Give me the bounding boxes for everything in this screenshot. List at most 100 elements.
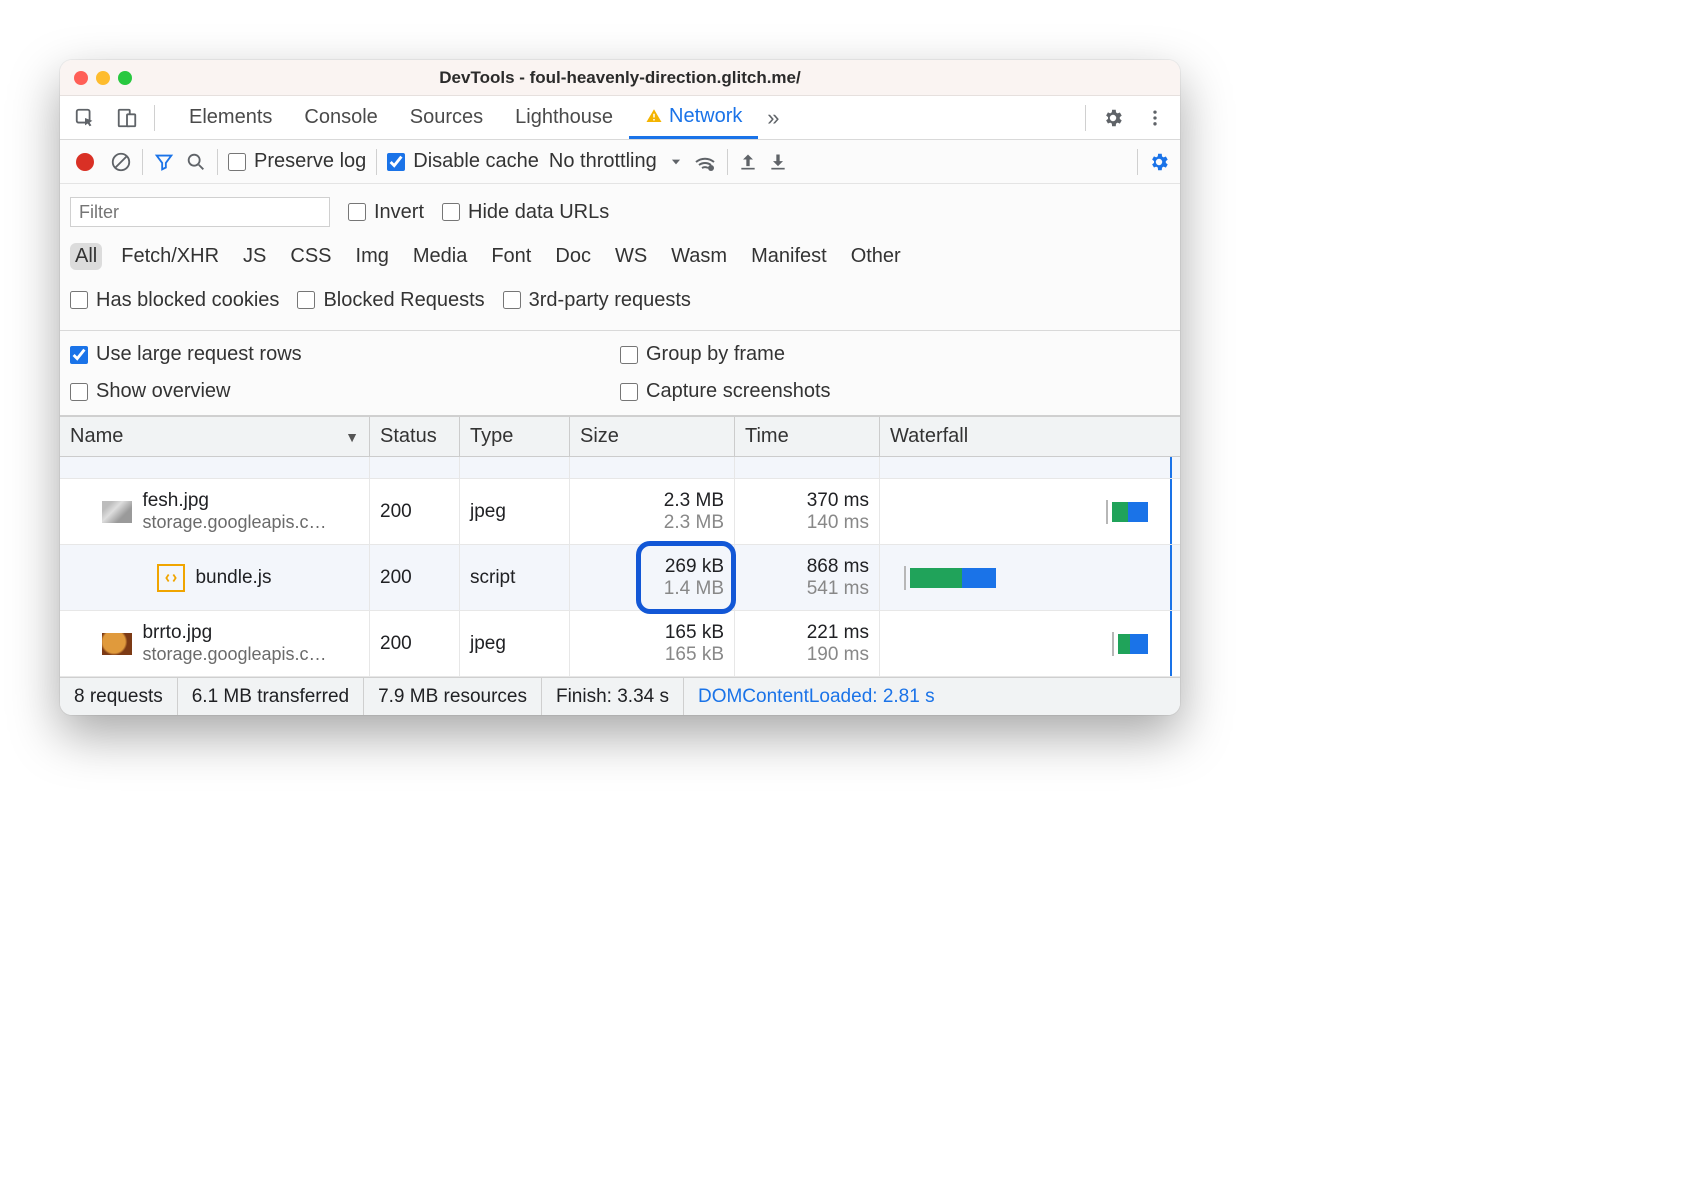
checkbox-label: Use large request rows: [96, 343, 302, 366]
col-status[interactable]: Status: [370, 417, 460, 456]
tab-elements[interactable]: Elements: [173, 96, 288, 139]
filter-type-img[interactable]: Img: [351, 243, 394, 270]
request-domain: storage.googleapis.c…: [142, 644, 326, 665]
filter-type-fetchxhr[interactable]: Fetch/XHR: [116, 243, 224, 270]
image-thumbnail-icon: [102, 501, 132, 523]
table-row[interactable]: fesh.jpgstorage.googleapis.c…200jpeg2.3 …: [60, 479, 1180, 545]
checkbox-label: Invert: [374, 201, 424, 224]
col-waterfall[interactable]: Waterfall: [880, 417, 1180, 456]
cell-time: 868 ms541 ms: [735, 545, 880, 610]
tab-sources[interactable]: Sources: [394, 96, 499, 139]
filter-type-other[interactable]: Other: [846, 243, 906, 270]
network-settings-gear-icon[interactable]: [1148, 151, 1170, 173]
group-by-frame-checkbox[interactable]: Group by frame: [620, 343, 1170, 366]
filter-panel: Invert Hide data URLs All Fetch/XHR JS CSS I…: [60, 184, 1180, 331]
table-row[interactable]: brrto.jpgstorage.googleapis.c… 200jpeg165…: [60, 611, 1180, 677]
clear-icon[interactable]: [110, 151, 132, 173]
checkbox-label: Hide data URLs: [468, 201, 609, 224]
cell-time: 370 ms140 ms: [735, 479, 880, 544]
divider: [142, 149, 143, 175]
checkbox-label: 3rd-party requests: [529, 289, 691, 312]
status-requests: 8 requests: [60, 678, 178, 715]
has-blocked-cookies-checkbox[interactable]: Has blocked cookies: [70, 289, 279, 312]
request-name: brrto.jpg: [142, 622, 326, 644]
filter-type-manifest[interactable]: Manifest: [746, 243, 832, 270]
minimize-window-button[interactable]: [96, 71, 110, 85]
divider: [217, 149, 218, 175]
filter-type-wasm[interactable]: Wasm: [666, 243, 732, 270]
filter-type-all[interactable]: All: [70, 243, 102, 270]
device-toolbar-icon[interactable]: [112, 103, 142, 133]
throttling-select[interactable]: No throttling: [549, 150, 683, 173]
filter-type-doc[interactable]: Doc: [550, 243, 596, 270]
titlebar: DevTools - foul-heavenly-direction.glitc…: [60, 60, 1180, 96]
use-large-rows-checkbox[interactable]: Use large request rows: [70, 343, 620, 366]
devtools-window: DevTools - foul-heavenly-direction.glitc…: [60, 60, 1180, 715]
tab-label: Console: [304, 106, 377, 129]
status-finish: Finish: 3.34 s: [542, 678, 684, 715]
settings-gear-icon[interactable]: [1098, 103, 1128, 133]
search-icon[interactable]: [185, 151, 207, 173]
inspect-element-icon[interactable]: [70, 103, 100, 133]
network-status-bar: 8 requests 6.1 MB transferred 7.9 MB res…: [60, 677, 1180, 715]
table-body[interactable]: fesh.jpgstorage.googleapis.c…200jpeg2.3 …: [60, 457, 1180, 677]
divider: [1137, 149, 1138, 175]
divider: [376, 149, 377, 175]
tab-label: Sources: [410, 106, 483, 129]
cell-time: 221 ms190 ms: [735, 611, 880, 676]
request-type-filters: All Fetch/XHR JS CSS Img Media Font Doc WS Wasm Ma…: [70, 238, 1170, 274]
network-options: Use large request rows Group by frame Sh…: [60, 331, 1180, 416]
third-party-requests-checkbox[interactable]: 3rd-party requests: [503, 289, 691, 312]
network-table: Name▼ Status Type Size Time Waterfall fe…: [60, 416, 1180, 677]
col-name[interactable]: Name▼: [60, 417, 370, 456]
tab-lighthouse[interactable]: Lighthouse: [499, 96, 629, 139]
network-conditions-icon[interactable]: [693, 150, 717, 174]
tab-console[interactable]: Console: [288, 96, 393, 139]
col-size[interactable]: Size: [570, 417, 735, 456]
cell-waterfall: [880, 545, 1180, 610]
upload-har-icon[interactable]: [738, 152, 758, 172]
filter-type-media[interactable]: Media: [408, 243, 472, 270]
filter-type-font[interactable]: Font: [486, 243, 536, 270]
zoom-window-button[interactable]: [118, 71, 132, 85]
cell-type: jpeg: [460, 611, 570, 676]
filter-type-css[interactable]: CSS: [285, 243, 336, 270]
cell-type: script: [460, 545, 570, 610]
divider: [727, 149, 728, 175]
invert-checkbox[interactable]: Invert: [348, 201, 424, 224]
col-type[interactable]: Type: [460, 417, 570, 456]
record-button[interactable]: [70, 147, 100, 177]
filter-type-ws[interactable]: WS: [610, 243, 652, 270]
request-name: fesh.jpg: [142, 490, 326, 512]
col-time[interactable]: Time: [735, 417, 880, 456]
cell-size: 165 kB165 kB: [570, 611, 735, 676]
cell-waterfall: [880, 611, 1180, 676]
table-row[interactable]: bundle.js200script269 kB1.4 MB868 ms541 …: [60, 545, 1180, 611]
tab-label: Lighthouse: [515, 106, 613, 129]
request-domain: storage.googleapis.c…: [142, 512, 326, 533]
capture-screenshots-checkbox[interactable]: Capture screenshots: [620, 380, 1170, 403]
filter-input[interactable]: [70, 197, 330, 227]
panel-tabs-row: Elements Console Sources Lighthouse Netw…: [60, 96, 1180, 140]
blocked-requests-checkbox[interactable]: Blocked Requests: [297, 289, 484, 312]
preserve-log-checkbox[interactable]: Preserve log: [228, 150, 366, 173]
cell-waterfall: [880, 479, 1180, 544]
divider: [1085, 105, 1086, 131]
table-header: Name▼ Status Type Size Time Waterfall: [60, 417, 1180, 457]
close-window-button[interactable]: [74, 71, 88, 85]
kebab-menu-icon[interactable]: [1140, 103, 1170, 133]
chevron-down-icon: [669, 155, 683, 169]
filter-funnel-icon[interactable]: [153, 151, 175, 173]
filter-type-js[interactable]: JS: [238, 243, 271, 270]
show-overview-checkbox[interactable]: Show overview: [70, 380, 620, 403]
tab-network[interactable]: Network: [629, 96, 758, 139]
cell-size: 269 kB1.4 MB: [570, 545, 735, 610]
cell-status: 200: [370, 611, 460, 676]
table-row[interactable]: [60, 457, 1180, 479]
download-har-icon[interactable]: [768, 152, 788, 172]
hide-data-urls-checkbox[interactable]: Hide data URLs: [442, 201, 609, 224]
status-transferred: 6.1 MB transferred: [178, 678, 364, 715]
cell-type: jpeg: [460, 479, 570, 544]
more-tabs-icon[interactable]: »: [758, 103, 788, 133]
disable-cache-checkbox[interactable]: Disable cache: [387, 150, 539, 173]
